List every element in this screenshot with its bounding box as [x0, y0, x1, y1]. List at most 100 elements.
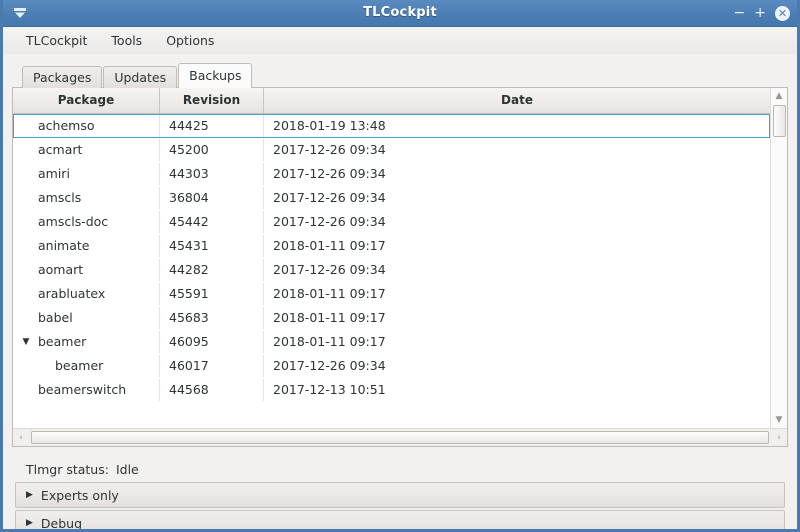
- minimize-button[interactable]: −: [734, 6, 746, 20]
- cell-package: arabluatex: [14, 283, 160, 305]
- scroll-left-arrow-icon[interactable]: ‹: [13, 430, 29, 446]
- cell-revision: 45200: [160, 139, 264, 161]
- horizontal-scrollbar-thumb[interactable]: [31, 431, 769, 444]
- close-button[interactable]: ✕: [775, 5, 790, 21]
- cell-date: 2017-12-26 09:34: [273, 214, 386, 229]
- expander-debug[interactable]: ▶ Debug: [15, 510, 785, 531]
- cell-date: 2017-12-26 09:34: [273, 190, 386, 205]
- chevron-right-icon: ▶: [26, 489, 33, 500]
- table-row[interactable]: arabluatex 45591 2018-01-11 09:17: [13, 282, 770, 306]
- status-bar: Tlmgr status: Idle: [12, 456, 788, 482]
- tab-page-backups: Package Revision Date achemso 44425 2018-0…: [12, 87, 788, 447]
- cell-date: 2018-01-11 09:17: [273, 334, 386, 349]
- cell-package: achemso: [14, 115, 160, 137]
- package-name: beamerswitch: [38, 382, 127, 397]
- cell-revision: 45442: [160, 211, 264, 233]
- cell-date: 2017-12-13 10:51: [273, 382, 386, 397]
- cell-package: acmart: [14, 139, 160, 161]
- table-row[interactable]: amscls 36804 2017-12-26 09:34: [13, 186, 770, 210]
- table-row[interactable]: beamerswitch 44568 2017-12-13 10:51: [13, 378, 770, 402]
- cell-package: babel: [14, 307, 160, 329]
- expander-experts-only-label: Experts only: [40, 487, 119, 503]
- cell-date: 2018-01-11 09:17: [273, 238, 386, 253]
- cell-revision: 44303: [160, 163, 264, 185]
- cell-revision: 44425: [160, 115, 264, 137]
- package-name: amscls: [38, 190, 82, 205]
- maximize-button[interactable]: +: [754, 6, 766, 20]
- package-name: animate: [38, 238, 90, 253]
- menu-bar: TLCockpit Tools Options: [3, 27, 797, 55]
- menu-item-options[interactable]: Options: [157, 30, 223, 51]
- package-name: beamer: [38, 334, 87, 349]
- package-name: arabluatex: [38, 286, 106, 301]
- cell-package: amiri: [14, 163, 160, 185]
- cell-revision: 46017: [160, 355, 264, 377]
- tree-main-area: Package Revision Date achemso 44425 2018-0…: [13, 88, 787, 428]
- table-row[interactable]: aomart 44282 2017-12-26 09:34: [13, 258, 770, 282]
- cell-package: animate: [14, 235, 160, 257]
- tree-columns: Package Revision Date achemso 44425 2018-0…: [13, 88, 770, 428]
- cell-date: 2018-01-19 13:48: [273, 118, 386, 133]
- table-row[interactable]: beamer 46017 2017-12-26 09:34: [13, 354, 770, 378]
- cell-package: beamer: [14, 355, 160, 377]
- scroll-down-arrow-icon[interactable]: ▼: [771, 412, 787, 428]
- cell-package: ▼ beamer: [14, 331, 160, 353]
- package-name: babel: [38, 310, 73, 325]
- cell-package: aomart: [14, 259, 160, 281]
- cell-revision: 44568: [160, 379, 264, 401]
- cell-revision: 45683: [160, 307, 264, 329]
- cell-revision: 45431: [160, 235, 264, 257]
- tab-updates[interactable]: Updates: [103, 66, 178, 88]
- status-label: Tlmgr status:: [26, 461, 109, 477]
- tab-strip: Packages Updates Backups: [12, 62, 788, 88]
- application-window: TLCockpit − + ✕ TLCockpit Tools Options …: [0, 0, 800, 532]
- window-title: TLCockpit: [363, 5, 437, 20]
- table-row[interactable]: achemso 44425 2018-01-19 13:48: [13, 114, 770, 138]
- expander-experts-only[interactable]: ▶ Experts only: [15, 482, 785, 508]
- cell-package: beamerswitch: [14, 379, 160, 401]
- scroll-up-arrow-icon[interactable]: ▲: [771, 88, 787, 104]
- table-row[interactable]: acmart 45200 2017-12-26 09:34: [13, 138, 770, 162]
- menu-item-tools[interactable]: Tools: [102, 30, 151, 51]
- table-row[interactable]: amiri 44303 2017-12-26 09:34: [13, 162, 770, 186]
- cell-revision: 44282: [160, 259, 264, 281]
- expand-triangle-icon[interactable]: ▼: [18, 331, 34, 353]
- package-name: beamer: [55, 358, 104, 373]
- package-name: achemso: [38, 118, 95, 133]
- table-row[interactable]: ▼ beamer 46095 2018-01-11 09:17: [13, 330, 770, 354]
- cell-date: 2017-12-26 09:34: [273, 358, 386, 373]
- vertical-scrollbar-track[interactable]: [771, 137, 787, 412]
- backups-tree-view: Package Revision Date achemso 44425 2018-0…: [13, 88, 787, 446]
- table-row[interactable]: amscls-doc 45442 2017-12-26 09:34: [13, 210, 770, 234]
- menu-item-tlcockpit[interactable]: TLCockpit: [17, 30, 96, 51]
- tab-packages[interactable]: Packages: [22, 66, 103, 88]
- package-name: amscls-doc: [38, 214, 109, 229]
- cell-date: 2017-12-26 09:34: [273, 142, 386, 157]
- table-body: achemso 44425 2018-01-19 13:48 acmart 45200 2…: [13, 114, 770, 428]
- window-controls: − + ✕: [734, 0, 790, 26]
- title-bar: TLCockpit − + ✕: [3, 0, 797, 27]
- package-name: amiri: [38, 166, 70, 181]
- table-row[interactable]: babel 45683 2018-01-11 09:17: [13, 306, 770, 330]
- chevron-right-icon: ▶: [26, 517, 33, 528]
- vertical-scrollbar[interactable]: ▲ ▼: [770, 88, 787, 428]
- expander-debug-label: Debug: [40, 515, 83, 531]
- cell-package: amscls: [14, 187, 160, 209]
- status-value: Idle: [115, 461, 139, 477]
- column-header-package[interactable]: Package: [13, 88, 160, 113]
- cell-date: 2017-12-26 09:34: [273, 166, 386, 181]
- horizontal-scrollbar[interactable]: ‹ ›: [13, 428, 787, 446]
- column-header-date[interactable]: Date: [264, 88, 770, 113]
- vertical-scrollbar-thumb[interactable]: [772, 105, 786, 137]
- package-name: aomart: [38, 262, 84, 277]
- column-header-revision[interactable]: Revision: [160, 88, 264, 113]
- cell-revision: 45591: [160, 283, 264, 305]
- package-name: acmart: [38, 142, 83, 157]
- table-header-row: Package Revision Date: [13, 88, 770, 114]
- cell-date: 2018-01-11 09:17: [273, 286, 386, 301]
- main-content: Packages Updates Backups Package Revisio…: [3, 54, 797, 529]
- scroll-right-arrow-icon[interactable]: ›: [771, 430, 787, 446]
- cell-revision: 36804: [160, 187, 264, 209]
- table-row[interactable]: animate 45431 2018-01-11 09:17: [13, 234, 770, 258]
- tab-backups[interactable]: Backups: [178, 63, 253, 88]
